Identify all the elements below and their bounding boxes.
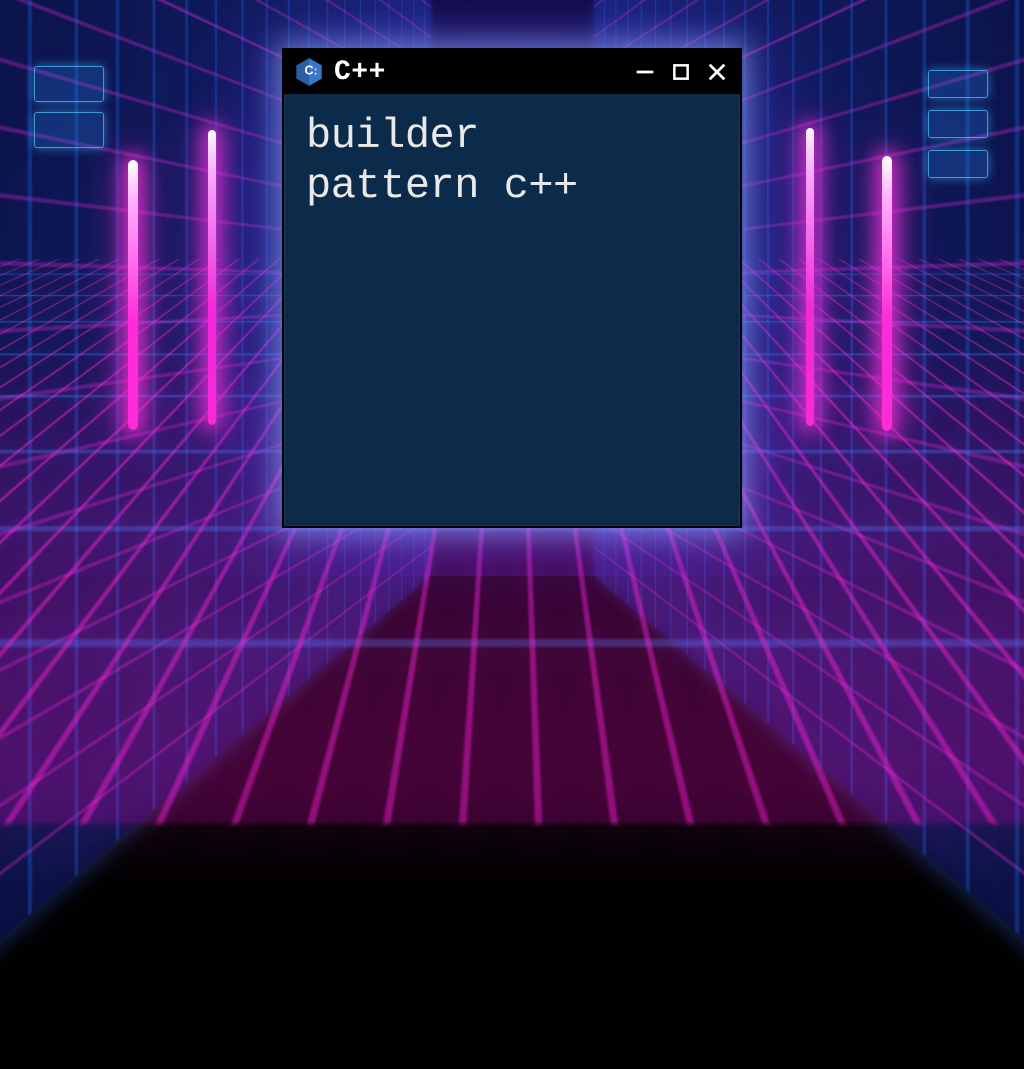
decorative-panel [34, 66, 104, 102]
window-title: C++ [334, 57, 386, 88]
terminal-content[interactable]: builder pattern c++ [284, 94, 740, 229]
svg-text:+: + [314, 68, 317, 73]
decorative-panel [928, 70, 988, 98]
terminal-text: builder pattern c++ [306, 112, 718, 211]
decorative-panel [34, 112, 104, 148]
neon-pillar [882, 156, 892, 431]
terminal-window: C + + C++ builder pattern c++ [282, 48, 742, 528]
svg-text:+: + [314, 73, 317, 78]
window-controls [632, 59, 730, 85]
decorative-panel [928, 110, 988, 138]
neon-pillar [208, 130, 216, 425]
close-button[interactable] [704, 59, 730, 85]
decorative-panel [928, 150, 988, 178]
svg-text:C: C [304, 63, 313, 77]
titlebar[interactable]: C + + C++ [284, 50, 740, 94]
cpp-logo-icon: C + + [294, 57, 324, 87]
neon-pillar [128, 160, 138, 430]
minimize-button[interactable] [632, 59, 658, 85]
maximize-button[interactable] [668, 59, 694, 85]
neon-pillar [806, 128, 814, 426]
